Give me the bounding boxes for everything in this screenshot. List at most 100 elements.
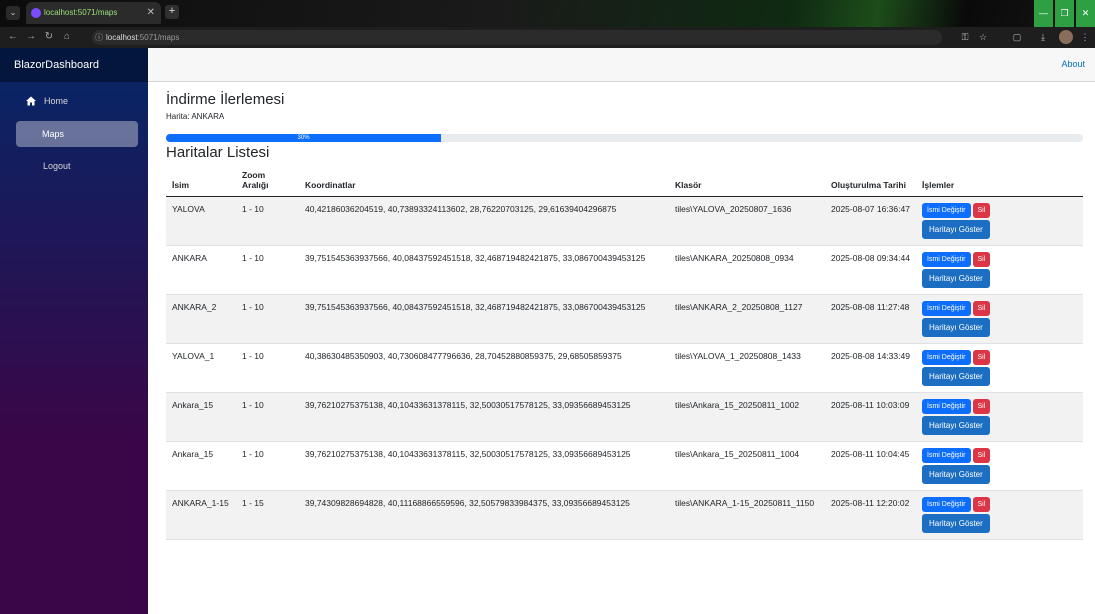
- delete-button[interactable]: Sil: [972, 252, 991, 267]
- delete-button[interactable]: Sil: [972, 301, 991, 316]
- sidebar-item-label: Home: [44, 96, 69, 106]
- browser-tab[interactable]: localhost:5071/maps ✕: [26, 2, 161, 24]
- table-row: YALOVA 1 - 10 40,42186036204519, 40,7389…: [166, 196, 1083, 246]
- cell-coords: 40,38630485350903, 40,730608477796636, 2…: [299, 343, 669, 393]
- url-path: :5071/maps: [137, 33, 180, 42]
- password-key-icon[interactable]: ⚿: [958, 30, 972, 44]
- profile-avatar[interactable]: [1059, 30, 1073, 44]
- sidebar: BlazorDashboard Home Maps Logout: [0, 48, 148, 614]
- about-link[interactable]: About: [1061, 59, 1085, 69]
- rename-button[interactable]: İsmi Değiştir: [922, 497, 971, 512]
- table-row: Ankara_15 1 - 10 39,76210275375138, 40,1…: [166, 441, 1083, 491]
- reload-icon[interactable]: ↻: [42, 30, 56, 44]
- delete-button[interactable]: Sil: [972, 497, 991, 512]
- table-row: Ankara_15 1 - 10 39,76210275375138, 40,1…: [166, 392, 1083, 442]
- show-map-button[interactable]: Haritayı Göster: [922, 269, 990, 288]
- download-icon[interactable]: ⤓: [1036, 30, 1050, 44]
- cell-created: 2025-08-07 16:36:47: [825, 196, 916, 246]
- table-row: ANKARA 1 - 10 39,751545363937566, 40,084…: [166, 245, 1083, 295]
- brand[interactable]: BlazorDashboard: [0, 48, 148, 82]
- progress-bar-fill: 30%: [166, 134, 442, 142]
- tab-close-icon[interactable]: ✕: [147, 2, 155, 24]
- close-window-icon[interactable]: ✕: [1076, 0, 1095, 27]
- browser-tab-bar: ⌄ localhost:5071/maps ✕ + — ❐ ✕: [0, 0, 1095, 27]
- home-browser-icon[interactable]: ⌂: [60, 30, 74, 44]
- cell-coords: 40,42186036204519, 40,73893324113602, 28…: [299, 196, 669, 246]
- cell-name: Ankara_15: [166, 441, 236, 491]
- rename-button[interactable]: İsmi Değiştir: [922, 350, 971, 365]
- show-map-button[interactable]: Haritayı Göster: [922, 465, 990, 484]
- cell-actions: İsmi Değiştir Sil Haritayı Göster: [916, 245, 1083, 295]
- show-map-button[interactable]: Haritayı Göster: [922, 514, 990, 533]
- rename-button[interactable]: İsmi Değiştir: [922, 448, 971, 463]
- restore-icon[interactable]: ❐: [1055, 0, 1074, 27]
- app: BlazorDashboard Home Maps Logout About İ…: [0, 48, 1095, 614]
- minimize-icon[interactable]: —: [1034, 0, 1053, 27]
- sidebar-item-logout[interactable]: Logout: [16, 153, 138, 179]
- new-tab-icon[interactable]: +: [165, 5, 179, 19]
- delete-button[interactable]: Sil: [972, 350, 991, 365]
- site-info-icon[interactable]: ⓘ: [95, 30, 103, 45]
- cell-created: 2025-08-08 11:27:48: [825, 294, 916, 344]
- rename-button[interactable]: İsmi Değiştir: [922, 399, 971, 414]
- cell-folder: tiles\ANKARA_2_20250808_1127: [669, 294, 825, 344]
- cell-coords: 39,751545363937566, 40,08437592451518, 3…: [299, 294, 669, 344]
- sidebar-item-maps[interactable]: Maps: [16, 121, 138, 147]
- table-row: ANKARA_1-15 1 - 15 39,74309828694828, 40…: [166, 490, 1083, 540]
- favicon-icon: [31, 8, 41, 18]
- col-created-header: Oluşturulma Tarihi: [825, 166, 916, 197]
- url-host: localhost: [106, 33, 138, 42]
- col-actions-header: İşlemler: [916, 166, 1083, 197]
- show-map-button[interactable]: Haritayı Göster: [922, 416, 990, 435]
- address-bar: ← → ↻ ⌂ ⓘ localhost:5071/maps ⚿ ☆ ▢ ⤓ ⋮: [0, 27, 1095, 48]
- rename-button[interactable]: İsmi Değiştir: [922, 203, 971, 218]
- cell-zoom: 1 - 10: [236, 392, 299, 442]
- rename-button[interactable]: İsmi Değiştir: [922, 252, 971, 267]
- cell-actions: İsmi Değiştir Sil Haritayı Göster: [916, 343, 1083, 393]
- delete-button[interactable]: Sil: [972, 203, 991, 218]
- cell-name: ANKARA_2: [166, 294, 236, 344]
- cell-coords: 39,751545363937566, 40,08437592451518, 3…: [299, 245, 669, 295]
- delete-button[interactable]: Sil: [972, 399, 991, 414]
- maps-list-title: Haritalar Listesi: [166, 144, 270, 161]
- cell-zoom: 1 - 15: [236, 490, 299, 540]
- cell-folder: tiles\YALOVA_1_20250808_1433: [669, 343, 825, 393]
- maps-table: İsim Zoom Aralığı Koordinatlar Klasör Ol…: [166, 166, 1083, 540]
- url-input[interactable]: ⓘ localhost:5071/maps: [92, 30, 942, 45]
- cell-actions: İsmi Değiştir Sil Haritayı Göster: [916, 196, 1083, 246]
- delete-button[interactable]: Sil: [972, 448, 991, 463]
- download-map-label: Harita: ANKARA: [166, 112, 225, 121]
- cell-name: Ankara_15: [166, 392, 236, 442]
- cell-coords: 39,74309828694828, 40,11168866559596, 32…: [299, 490, 669, 540]
- sidebar-item-label: Logout: [43, 161, 71, 171]
- cell-name: ANKARA: [166, 245, 236, 295]
- cell-coords: 39,76210275375138, 40,10433631378115, 32…: [299, 392, 669, 442]
- cell-coords: 39,76210275375138, 40,10433631378115, 32…: [299, 441, 669, 491]
- tab-title: localhost:5071/maps: [44, 8, 118, 17]
- table-header-row: İsim Zoom Aralığı Koordinatlar Klasör Ol…: [166, 166, 1083, 197]
- rename-button[interactable]: İsmi Değiştir: [922, 301, 971, 316]
- show-map-button[interactable]: Haritayı Göster: [922, 318, 990, 337]
- cell-name: YALOVA_1: [166, 343, 236, 393]
- table-row: YALOVA_1 1 - 10 40,38630485350903, 40,73…: [166, 343, 1083, 393]
- col-folder-header: Klasör: [669, 166, 825, 197]
- browser-menu-icon[interactable]: ⋮: [1078, 30, 1092, 44]
- show-map-button[interactable]: Haritayı Göster: [922, 220, 990, 239]
- table-row: ANKARA_2 1 - 10 39,751545363937566, 40,0…: [166, 294, 1083, 344]
- window-controls: — ❐ ✕: [1032, 0, 1095, 27]
- home-icon: [26, 96, 36, 106]
- col-zoom-header: Zoom Aralığı: [236, 166, 299, 197]
- cell-folder: tiles\ANKARA_1-15_20250811_1150: [669, 490, 825, 540]
- cell-actions: İsmi Değiştir Sil Haritayı Göster: [916, 441, 1083, 491]
- cell-zoom: 1 - 10: [236, 245, 299, 295]
- tab-menu-icon[interactable]: ⌄: [6, 6, 20, 20]
- extensions-icon[interactable]: ▢: [1010, 30, 1024, 44]
- cell-folder: tiles\ANKARA_20250808_0934: [669, 245, 825, 295]
- download-progress: 30%: [166, 134, 1083, 142]
- forward-icon[interactable]: →: [24, 30, 38, 44]
- sidebar-item-home[interactable]: Home: [16, 88, 138, 114]
- sidebar-item-label: Maps: [42, 129, 65, 139]
- show-map-button[interactable]: Haritayı Göster: [922, 367, 990, 386]
- bookmark-star-icon[interactable]: ☆: [976, 30, 990, 44]
- back-icon[interactable]: ←: [6, 30, 20, 44]
